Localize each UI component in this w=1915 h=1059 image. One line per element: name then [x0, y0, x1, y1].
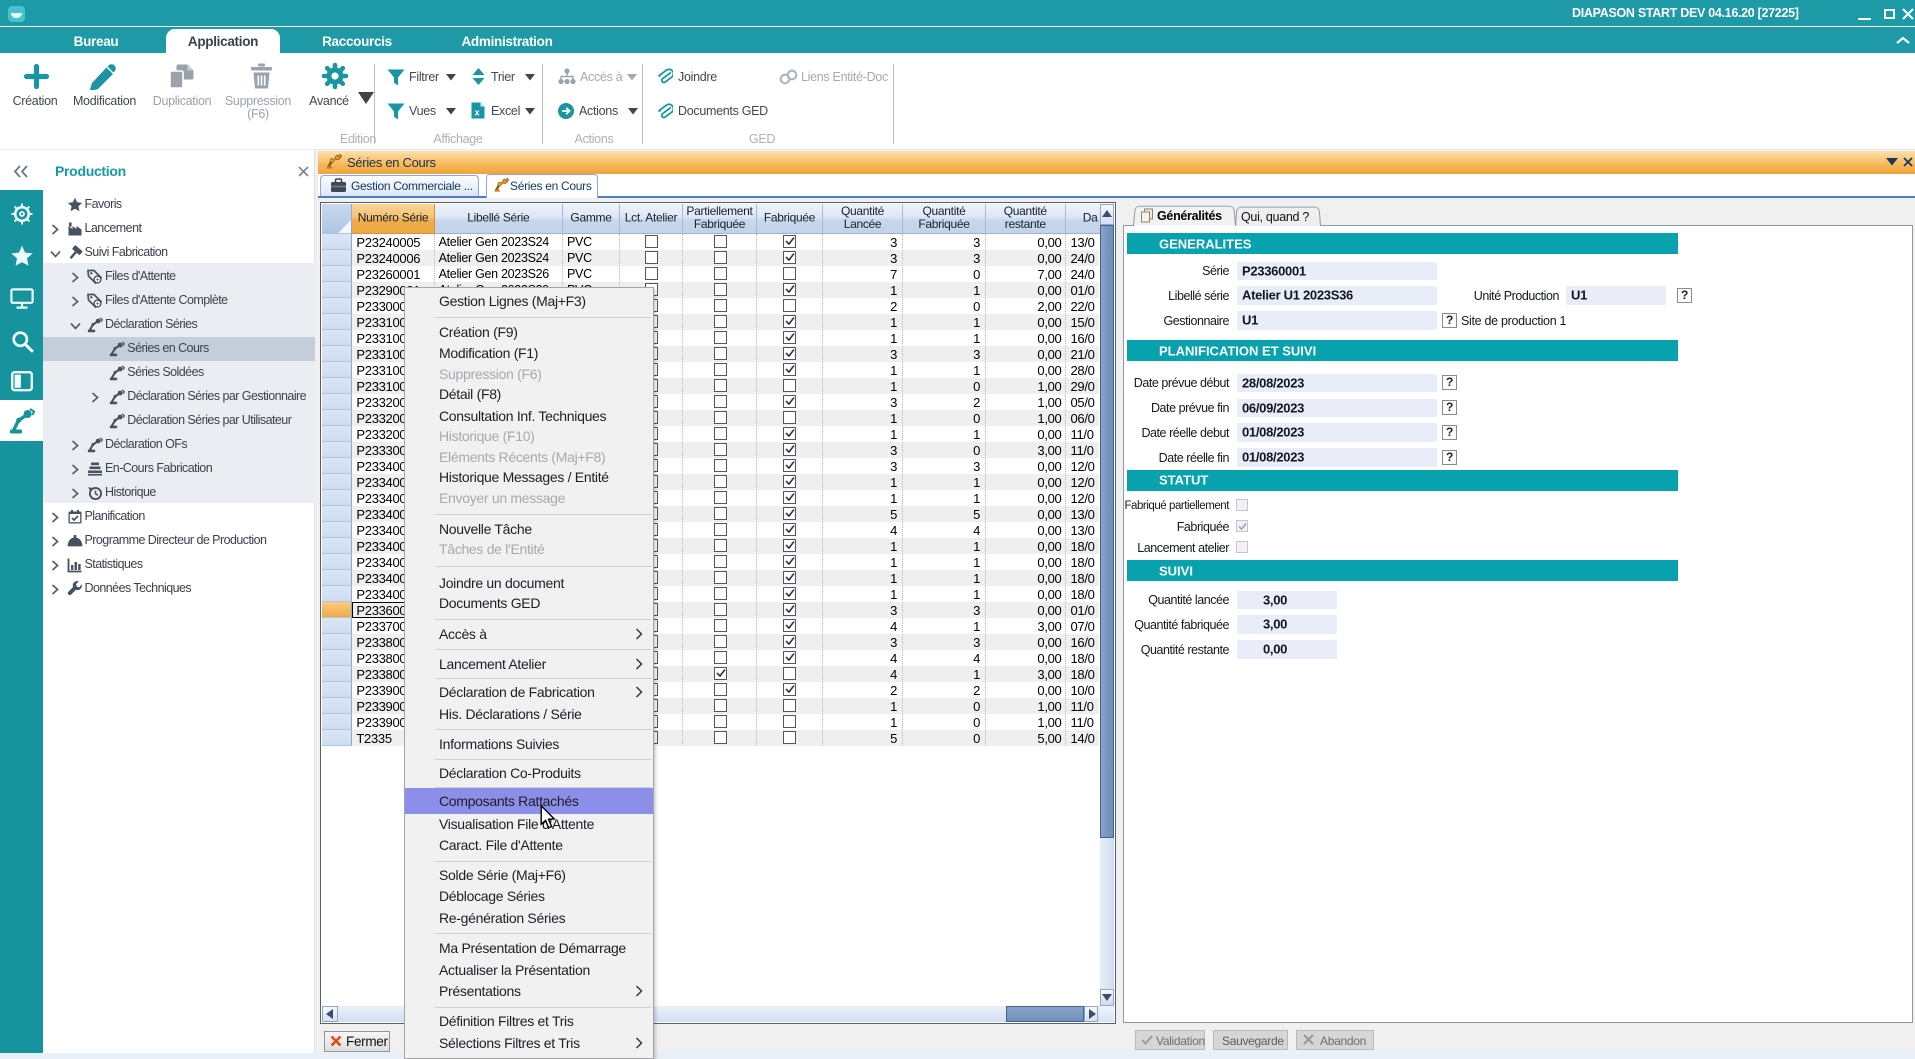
svg-text:x: x — [475, 108, 480, 118]
